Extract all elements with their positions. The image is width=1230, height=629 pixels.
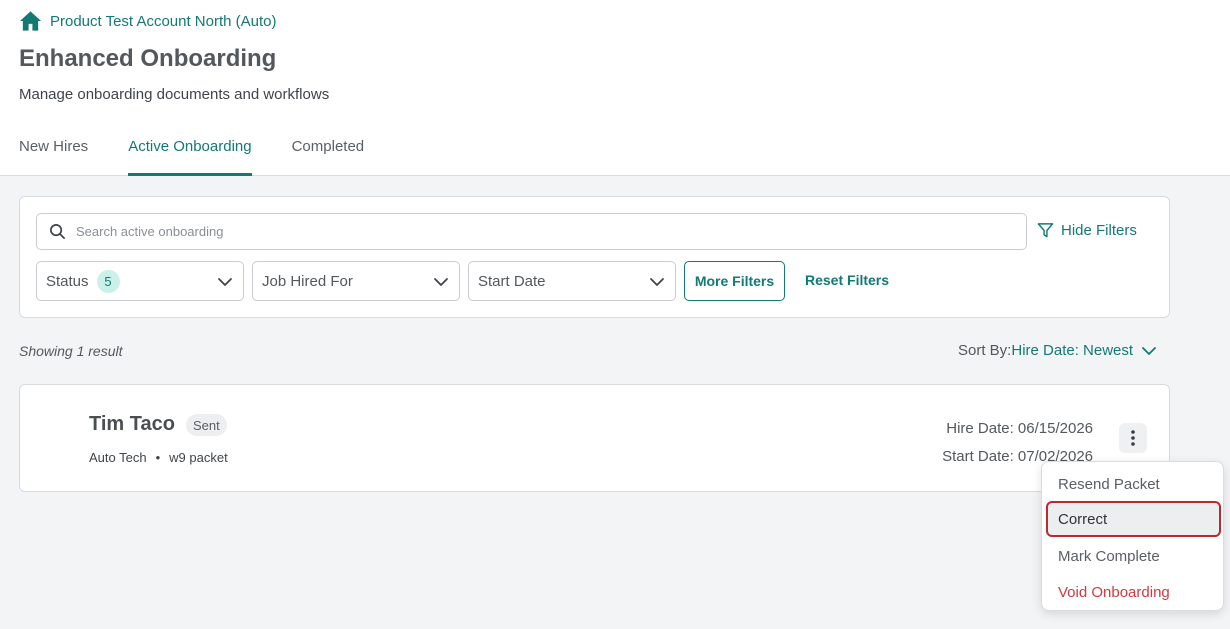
chevron-down-icon xyxy=(218,278,232,286)
page-header: Product Test Account North (Auto) Enhanc… xyxy=(0,0,1230,176)
status-badge: Sent xyxy=(186,414,227,436)
home-icon xyxy=(19,11,42,31)
job-title: Auto Tech xyxy=(89,450,147,465)
kebab-menu-icon xyxy=(1131,430,1135,446)
search-box[interactable] xyxy=(36,213,1027,250)
chevron-down-icon xyxy=(434,278,448,286)
status-count-badge: 5 xyxy=(96,269,120,293)
breadcrumb[interactable]: Product Test Account North (Auto) xyxy=(19,10,277,32)
sort-dropdown[interactable]: Sort By: Hire Date: Newest xyxy=(958,342,1157,359)
onboarding-record-card[interactable]: Tim Taco Sent Auto Tech • w9 packet Hire… xyxy=(19,384,1170,492)
start-date-dropdown[interactable]: Start Date xyxy=(468,261,676,301)
more-actions-button[interactable] xyxy=(1119,423,1147,453)
results-count: Showing 1 result xyxy=(19,343,123,359)
job-hired-for-dropdown[interactable]: Job Hired For xyxy=(252,261,460,301)
filter-panel: Hide Filters Status 5 Job Hired For Star… xyxy=(19,196,1170,318)
menu-item-resend-packet[interactable]: Resend Packet xyxy=(1046,466,1221,502)
reset-filters-button[interactable]: Reset Filters xyxy=(805,272,889,288)
page-subtitle: Manage onboarding documents and workflow… xyxy=(19,86,330,103)
tab-completed[interactable]: Completed xyxy=(292,128,365,175)
start-date-dropdown-label: Start Date xyxy=(478,272,546,290)
page-title: Enhanced Onboarding xyxy=(19,45,277,72)
actions-menu: Resend Packet Correct Mark Complete Void… xyxy=(1041,461,1224,611)
search-icon xyxy=(50,224,65,239)
breadcrumb-label: Product Test Account North (Auto) xyxy=(50,12,277,30)
more-filters-button[interactable]: More Filters xyxy=(684,261,785,301)
hide-filters-label: Hide Filters xyxy=(1061,222,1137,239)
hide-filters-button[interactable]: Hide Filters xyxy=(1037,222,1137,239)
search-input[interactable] xyxy=(76,224,976,239)
status-dropdown[interactable]: Status 5 xyxy=(36,261,244,301)
separator-dot: • xyxy=(155,450,161,465)
filter-icon xyxy=(1037,223,1054,238)
hire-date: Hire Date: 06/15/2026 xyxy=(946,420,1093,437)
packet-name: w9 packet xyxy=(169,450,228,465)
tab-active-onboarding[interactable]: Active Onboarding xyxy=(128,128,253,176)
sort-label: Sort By: xyxy=(958,342,1012,359)
chevron-down-icon xyxy=(650,278,664,286)
tab-bar: New Hires Active Onboarding Completed xyxy=(19,128,365,176)
record-meta: Auto Tech • w9 packet xyxy=(89,450,228,465)
sort-value: Hire Date: Newest xyxy=(1011,342,1134,359)
job-dropdown-label: Job Hired For xyxy=(262,272,353,290)
menu-item-correct[interactable]: Correct xyxy=(1046,501,1221,537)
menu-item-void-onboarding[interactable]: Void Onboarding xyxy=(1046,574,1221,610)
hire-name[interactable]: Tim Taco xyxy=(89,413,175,436)
status-dropdown-label: Status xyxy=(46,272,89,290)
menu-item-mark-complete[interactable]: Mark Complete xyxy=(1046,538,1221,574)
chevron-down-icon xyxy=(1142,346,1156,355)
tab-new-hires[interactable]: New Hires xyxy=(19,128,88,175)
